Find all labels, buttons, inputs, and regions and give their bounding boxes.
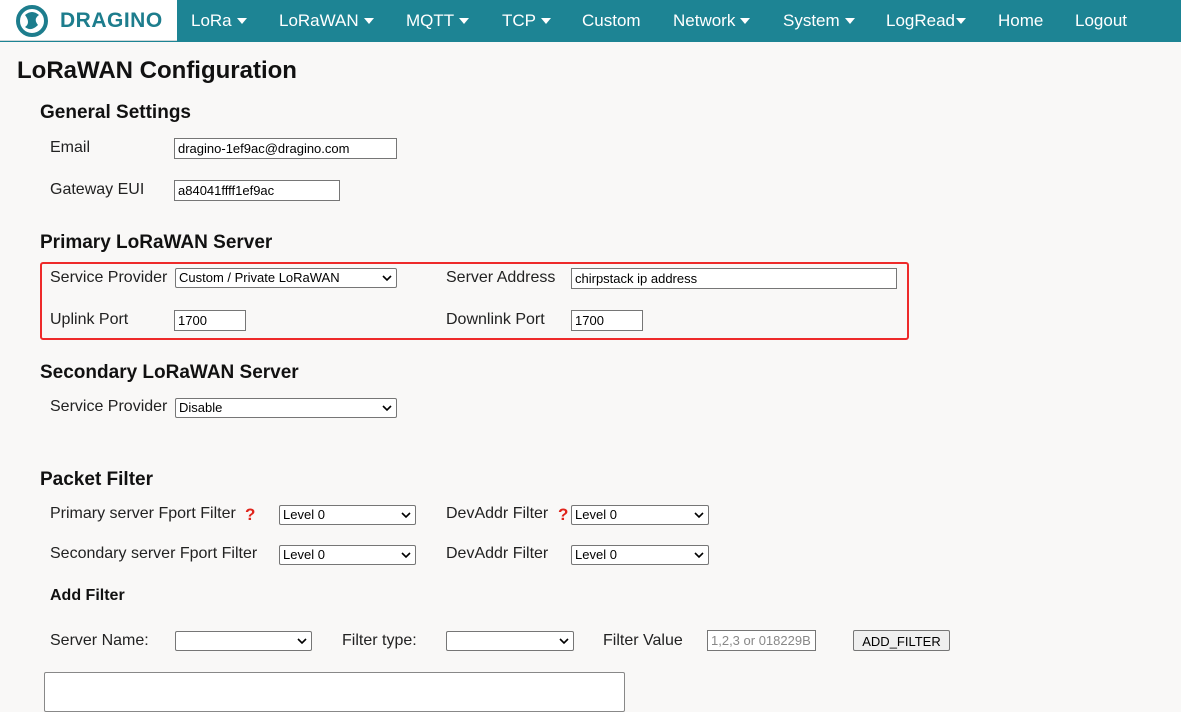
chevron-down-icon <box>297 638 307 645</box>
nav-network-label: Network <box>673 11 736 30</box>
secondary-devaddr-label: DevAddr Filter <box>446 545 549 562</box>
nav-mqtt[interactable]: MQTT <box>406 0 470 42</box>
nav-mqtt-label: MQTT <box>406 11 455 30</box>
chevron-down-icon <box>401 552 411 559</box>
nav-lora[interactable]: LoRa <box>191 0 247 42</box>
secondary-devaddr-select[interactable]: Level 0 <box>571 545 709 565</box>
chevron-down-icon <box>694 512 704 519</box>
page-title: LoRaWAN Configuration <box>17 57 297 84</box>
filter-value-label: Filter Value <box>603 632 683 649</box>
top-nav: DRAGINO LoRa LoRaWAN MQTT TCP Custom Net… <box>0 0 1181 42</box>
primary-provider-select[interactable]: Custom / Private LoRaWAN <box>175 268 397 288</box>
nav-logread[interactable]: LogRead <box>886 0 967 42</box>
primary-fport-label: Primary server Fport Filter <box>50 505 236 522</box>
general-settings-heading: General Settings <box>40 102 191 123</box>
nav-lorawan-label: LoRaWAN <box>279 11 359 30</box>
primary-provider-value: Custom / Private LoRaWAN <box>179 270 340 285</box>
secondary-provider-value: Disable <box>179 400 223 415</box>
server-name-select[interactable] <box>175 631 312 651</box>
uplink-port-label: Uplink Port <box>50 311 129 328</box>
primary-devaddr-select[interactable]: Level 0 <box>571 505 709 525</box>
nav-lorawan[interactable]: LoRaWAN <box>279 0 374 42</box>
nav-lora-label: LoRa <box>191 11 232 30</box>
filter-type-label: Filter type: <box>342 632 417 649</box>
chevron-down-icon <box>382 275 392 282</box>
secondary-provider-label: Service Provider <box>50 398 168 415</box>
gateway-eui-field[interactable] <box>174 180 340 201</box>
nav-tcp-label: TCP <box>502 11 536 30</box>
primary-fport-value: Level 0 <box>283 507 325 522</box>
secondary-fport-value: Level 0 <box>283 547 325 562</box>
caret-down-icon <box>956 17 967 24</box>
nav-system[interactable]: System <box>783 0 855 42</box>
nav-tcp[interactable]: TCP <box>502 0 551 42</box>
caret-down-icon <box>236 17 247 24</box>
nav-logread-label: LogRead <box>886 11 956 30</box>
chevron-down-icon <box>694 552 704 559</box>
server-name-label: Server Name: <box>50 632 149 649</box>
secondary-fport-select[interactable]: Level 0 <box>279 545 416 565</box>
primary-server-heading: Primary LoRaWAN Server <box>40 232 273 253</box>
logo-text: DRAGINO <box>60 9 163 32</box>
filter-list-textarea[interactable] <box>44 672 625 712</box>
filter-value-field[interactable] <box>707 630 816 651</box>
secondary-server-heading: Secondary LoRaWAN Server <box>40 362 299 383</box>
help-icon[interactable]: ? <box>245 505 255 525</box>
chevron-down-icon <box>382 405 392 412</box>
email-label: Email <box>50 139 91 156</box>
dragino-logo-icon <box>16 5 48 37</box>
downlink-port-label: Downlink Port <box>446 311 545 328</box>
primary-provider-label: Service Provider <box>50 269 168 286</box>
email-field[interactable] <box>174 138 397 159</box>
chevron-down-icon <box>401 512 411 519</box>
primary-fport-select[interactable]: Level 0 <box>279 505 416 525</box>
packet-filter-heading: Packet Filter <box>40 469 153 490</box>
add-filter-heading: Add Filter <box>50 587 125 604</box>
primary-devaddr-label: DevAddr Filter <box>446 505 549 522</box>
nav-custom[interactable]: Custom <box>582 0 641 42</box>
caret-down-icon <box>844 17 855 24</box>
nav-home[interactable]: Home <box>998 0 1043 42</box>
caret-down-icon <box>459 17 470 24</box>
primary-devaddr-value: Level 0 <box>575 507 617 522</box>
nav-network[interactable]: Network <box>673 0 751 42</box>
nav-home-label: Home <box>998 11 1044 30</box>
gateway-eui-label: Gateway EUI <box>50 181 145 198</box>
secondary-provider-select[interactable]: Disable <box>175 398 397 418</box>
server-address-field[interactable] <box>571 268 897 289</box>
secondary-devaddr-value: Level 0 <box>575 547 617 562</box>
chevron-down-icon <box>559 638 569 645</box>
nav-logout-label: Logout <box>1075 11 1127 30</box>
uplink-port-field[interactable] <box>174 310 246 331</box>
caret-down-icon <box>740 17 751 24</box>
nav-logout[interactable]: Logout <box>1075 0 1127 42</box>
caret-down-icon <box>363 17 374 24</box>
downlink-port-field[interactable] <box>571 310 643 331</box>
nav-custom-label: Custom <box>582 11 641 30</box>
secondary-fport-label: Secondary server Fport Filter <box>50 545 258 562</box>
add-filter-button[interactable]: ADD_FILTER <box>853 630 950 651</box>
nav-system-label: System <box>783 11 840 30</box>
caret-down-icon <box>541 17 551 24</box>
help-icon[interactable]: ? <box>558 505 568 525</box>
server-address-label: Server Address <box>446 269 556 286</box>
logo[interactable]: DRAGINO <box>0 0 177 41</box>
filter-type-select[interactable] <box>446 631 574 651</box>
